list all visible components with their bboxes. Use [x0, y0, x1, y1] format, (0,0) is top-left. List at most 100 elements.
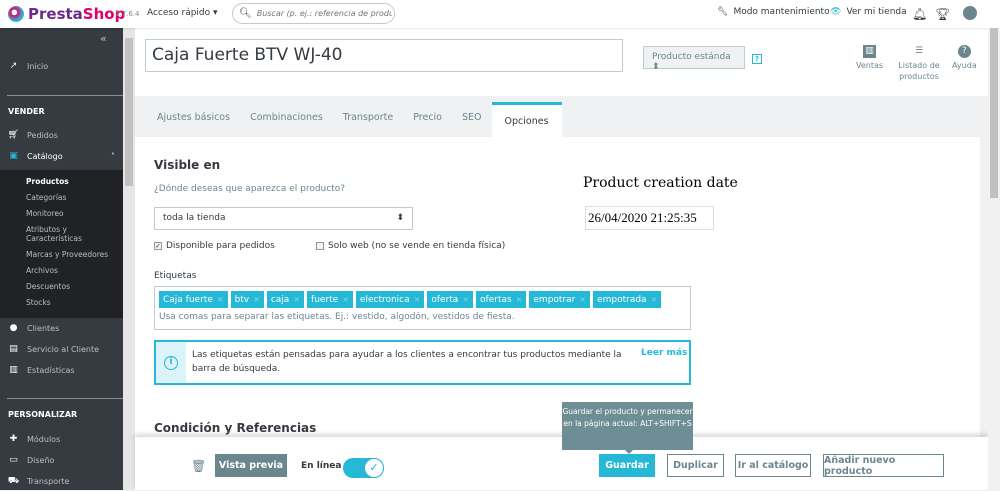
help-icon[interactable]: ?	[752, 54, 762, 64]
read-more-link[interactable]: Leer más	[641, 342, 687, 383]
product-list-button[interactable]: ☰ Listado de productos	[896, 45, 942, 82]
sidebar-item-clientes[interactable]: ● Clientes	[0, 318, 123, 338]
info-icon: i	[164, 355, 178, 370]
submenu-categorias[interactable]: Categorías	[26, 193, 66, 202]
trending-up-icon: ↗	[9, 61, 18, 71]
quick-access-dropdown[interactable]: Acceso rápido ▾	[147, 8, 218, 18]
online-toggle[interactable]: ✓	[343, 458, 384, 478]
tag-chip[interactable]: oferta ×	[427, 291, 474, 308]
tags-label: Etiquetas	[154, 271, 197, 281]
submenu-productos[interactable]: Productos	[26, 177, 69, 186]
submenu-atributos[interactable]: Atributos y Características	[26, 225, 106, 243]
tab-precio[interactable]: Precio	[403, 102, 452, 137]
sales-button[interactable]: ▥ Ventas	[856, 45, 883, 71]
tag-label: oferta	[431, 294, 459, 305]
trash-icon[interactable]: 🗑︎	[191, 459, 206, 473]
remove-tag-icon[interactable]: ×	[253, 295, 260, 304]
available-orders-checkbox[interactable]: ✓ Disponible para pedidos	[154, 241, 275, 251]
checkbox-unchecked[interactable]	[316, 242, 324, 250]
sales-label: Ventas	[856, 61, 884, 70]
sidebar-item-diseno[interactable]: ▭ Diseño	[0, 450, 123, 470]
checkbox-checked[interactable]: ✓	[154, 242, 162, 250]
remove-tag-icon[interactable]: ×	[293, 295, 300, 304]
remove-tag-icon[interactable]: ×	[516, 295, 523, 304]
visibility-select[interactable]: toda la tienda ⬍	[154, 207, 413, 230]
tag-chip[interactable]: caja ×	[266, 291, 305, 308]
sidebar-item-servicio[interactable]: ▤ Servicio al Cliente	[0, 339, 123, 359]
tag-chip[interactable]: empotrada ×	[593, 291, 662, 308]
tag-chip[interactable]: fuerte ×	[307, 291, 353, 308]
help-label: Ayuda	[952, 61, 977, 70]
add-new-product-button[interactable]: Añadir nuevo producto	[823, 454, 944, 477]
tag-chip[interactable]: electronica ×	[355, 291, 425, 308]
tab-transporte[interactable]: Transporte	[333, 102, 403, 137]
sidebar-item-label: Estadísticas	[27, 365, 75, 375]
tags-info-alert: i Las etiquetas están pensadas para ayud…	[154, 340, 691, 385]
list-icon: ☰	[914, 46, 924, 56]
user-avatar-icon[interactable]	[963, 6, 977, 20]
product-name-input[interactable]: Caja Fuerte BTV WJ-40	[145, 39, 623, 72]
visible-question: ¿Dónde deseas que aparezca el producto?	[154, 184, 346, 194]
sidebar-item-catalogo[interactable]: ▣ Catálogo ˄	[0, 146, 123, 166]
submenu-archivos[interactable]: Archivos	[26, 266, 58, 275]
sidebar-item-pedidos[interactable]: 🛒︎ Pedidos	[0, 125, 123, 145]
eye-icon: 👁︎	[830, 7, 842, 17]
remove-tag-icon[interactable]: ×	[462, 295, 469, 304]
save-button[interactable]: Guardar	[599, 454, 655, 477]
preview-button[interactable]: Vista previa	[215, 454, 287, 477]
creation-date-field[interactable]: 26/04/2020 21:25:35	[585, 206, 714, 230]
tag-chip[interactable]: empotrar ×	[529, 291, 591, 308]
view-store-link[interactable]: 👁︎ Ver mi tienda	[830, 7, 907, 17]
catalog-button[interactable]: Ir al catálogo	[735, 454, 811, 477]
tab-combinaciones[interactable]: Combinaciones	[240, 102, 333, 137]
section-vender: VENDER	[8, 107, 45, 116]
tag-chip[interactable]: ofertas ×	[476, 291, 527, 308]
remove-tag-icon[interactable]: ×	[414, 295, 421, 304]
user-circle-icon: ●	[9, 323, 18, 333]
tab-ajustes-basicos[interactable]: Ajustes básicos	[147, 102, 240, 137]
submenu-monitoreo[interactable]: Monitoreo	[26, 209, 64, 218]
product-type-value: Producto estánda	[652, 52, 731, 62]
tab-opciones[interactable]: Opciones	[491, 102, 562, 137]
submenu-stocks[interactable]: Stocks	[26, 298, 51, 307]
save-tooltip: Guardar el producto y permanecer en la p…	[562, 402, 693, 454]
chat-icon: ▤	[9, 344, 18, 354]
remove-tag-icon[interactable]: ×	[217, 295, 224, 304]
sidebar: « ↗ Inicio VENDER 🛒︎ Pedidos ▣ Catálogo ˄ Pr…	[0, 28, 123, 490]
monitor-icon: ▭	[9, 455, 18, 465]
prestashop-logo[interactable]: Presta Shop	[8, 5, 125, 23]
sidebar-item-estadisticas[interactable]: ▥ Estadísticas	[0, 360, 123, 380]
search-box[interactable]: 🔍︎	[232, 3, 395, 24]
product-type-select[interactable]: Producto estánda ⬍	[643, 46, 745, 72]
remove-tag-icon[interactable]: ×	[342, 295, 349, 304]
divider	[7, 398, 123, 399]
tab-seo[interactable]: SEO	[452, 102, 492, 137]
submenu-descuentos[interactable]: Descuentos	[26, 282, 70, 291]
sidebar-item-inicio[interactable]: ↗ Inicio	[0, 56, 123, 76]
tag-label: fuerte	[311, 294, 339, 305]
maintenance-link[interactable]: 🔧︎ Modo mantenimiento	[717, 7, 830, 17]
sidebar-scrollbar[interactable]	[123, 28, 135, 490]
sidebar-item-transporte[interactable]: ⛟ Transporte	[0, 471, 123, 491]
help-button[interactable]: ? Ayuda	[952, 45, 977, 71]
page-scrollbar[interactable]	[988, 28, 1000, 490]
tag-label: empotrada	[597, 294, 647, 305]
sidebar-item-label: Clientes	[27, 323, 60, 333]
chevron-up-icon: ˄	[111, 151, 115, 161]
search-input[interactable]	[256, 9, 392, 18]
creation-date-label: Product creation date	[583, 175, 738, 191]
web-only-checkbox[interactable]: Solo web (no se vende en tienda física)	[316, 241, 505, 251]
trophy-icon[interactable]: 🏆︎	[935, 7, 950, 21]
sidebar-item-label: Diseño	[27, 455, 55, 465]
sidebar-item-modulos[interactable]: ✚ Módulos	[0, 429, 123, 449]
remove-tag-icon[interactable]: ×	[579, 295, 586, 304]
tags-input[interactable]: Caja fuerte × btv × caja × fuerte × electronica ×…	[154, 286, 691, 330]
bell-icon[interactable]: 🔔︎	[912, 7, 927, 21]
quick-access-label: Acceso rápido	[147, 8, 211, 18]
tag-chip[interactable]: btv ×	[230, 291, 264, 308]
duplicate-button[interactable]: Duplicar	[667, 454, 724, 477]
collapse-sidebar-icon[interactable]: «	[100, 32, 107, 45]
submenu-marcas[interactable]: Marcas y Proveedores	[26, 250, 108, 259]
tag-chip[interactable]: Caja fuerte ×	[159, 291, 228, 308]
remove-tag-icon[interactable]: ×	[651, 295, 658, 304]
